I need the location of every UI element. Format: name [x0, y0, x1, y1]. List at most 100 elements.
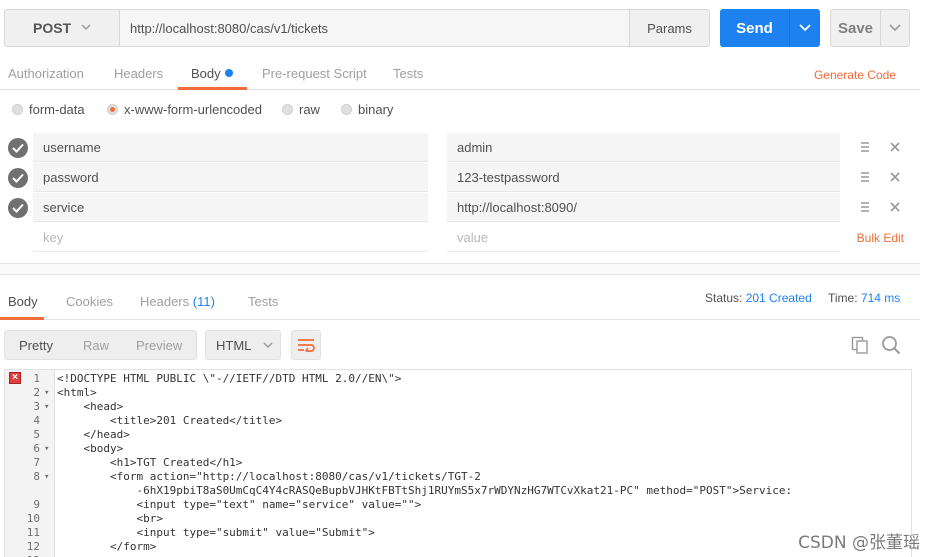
param-key[interactable]: username: [33, 133, 428, 162]
send-options-button[interactable]: [789, 9, 820, 47]
params-button[interactable]: Params: [629, 9, 710, 47]
tab-body[interactable]: Body: [191, 66, 233, 81]
pane-divider[interactable]: [0, 263, 920, 275]
time-value[interactable]: 714 ms: [861, 291, 900, 305]
code-line: 3 ▾ <head>: [5, 400, 911, 414]
mode-binary[interactable]: binary: [341, 102, 393, 117]
code-text: <input type="submit" value="Submit">: [57, 526, 375, 539]
response-code-editor[interactable]: × 1 <!DOCTYPE HTML PUBLIC \"-//IETF//DTD …: [4, 369, 912, 557]
line-number: 12: [26, 540, 40, 553]
checkbox-checked-icon[interactable]: [8, 198, 28, 218]
chevron-down-icon: [889, 24, 901, 32]
chevron-down-icon: [263, 341, 273, 348]
mode-label: binary: [358, 102, 394, 117]
search-icon[interactable]: [881, 335, 901, 355]
tab-authorization[interactable]: Authorization: [8, 66, 84, 81]
code-line: 6 ▾ <body>: [5, 442, 911, 456]
tab-response-headers[interactable]: Headers (11): [140, 294, 215, 309]
close-icon[interactable]: [889, 141, 901, 153]
tab-tests[interactable]: Tests: [393, 66, 423, 81]
url-input[interactable]: http://localhost:8080/cas/v1/tickets: [120, 9, 630, 47]
code-line: 1 <!DOCTYPE HTML PUBLIC \"-//IETF//DTD HT…: [5, 372, 911, 386]
view-preview[interactable]: Preview: [136, 338, 182, 353]
send-button[interactable]: Send: [720, 9, 789, 47]
drag-handle-icon[interactable]: [860, 171, 870, 183]
code-text: <input type="text" name="service" value=…: [57, 498, 422, 511]
line-number: 2: [33, 386, 40, 399]
close-icon[interactable]: [889, 201, 901, 213]
wrap-lines-button[interactable]: [291, 330, 321, 360]
param-value-placeholder[interactable]: value: [447, 223, 840, 252]
fold-toggle-icon[interactable]: ▾: [44, 400, 49, 414]
mode-label: raw: [299, 102, 320, 117]
param-value[interactable]: 123-testpassword: [447, 163, 840, 192]
view-mode-toggle: Pretty Raw Preview: [4, 330, 197, 360]
code-line: 2 ▾ <html>: [5, 386, 911, 400]
tab-cookies[interactable]: Cookies: [66, 294, 113, 309]
line-number: 7: [33, 456, 40, 469]
drag-handle-icon[interactable]: [860, 201, 870, 213]
param-key-placeholder[interactable]: key: [33, 223, 428, 252]
method-select[interactable]: POST: [4, 9, 120, 47]
line-number: 4: [33, 414, 40, 427]
active-tab-indicator: [178, 87, 247, 90]
tab-headers[interactable]: Headers: [114, 66, 163, 81]
param-key[interactable]: password: [33, 163, 428, 192]
status-value[interactable]: 201 Created: [746, 291, 812, 305]
view-pretty[interactable]: Pretty: [19, 338, 53, 353]
generate-code-link[interactable]: Generate Code: [814, 68, 896, 82]
save-label: Save: [837, 19, 874, 37]
code-text: </form>: [57, 540, 157, 553]
param-row: username admin: [0, 133, 920, 163]
code-text: <html>: [57, 386, 97, 399]
param-value[interactable]: admin: [447, 133, 840, 162]
line-number: 11: [26, 526, 40, 539]
code-line: 5 </head>: [5, 428, 911, 442]
line-number: 6: [33, 442, 40, 455]
param-key[interactable]: service: [33, 193, 428, 222]
line-number: 1: [33, 372, 40, 385]
request-bar: POST http://localhost:8080/cas/v1/ticket…: [0, 0, 934, 56]
header-count-badge: (11): [192, 294, 215, 309]
tab-pre-request-script[interactable]: Pre-request Script: [262, 66, 367, 81]
param-row: service http://localhost:8090/: [0, 193, 920, 223]
tab-response-body[interactable]: Body: [8, 294, 38, 309]
line-number: 8: [33, 470, 40, 483]
body-mode-options: form-data x-www-form-urlencoded raw bina…: [0, 92, 920, 128]
bulk-edit-link[interactable]: Bulk Edit: [857, 231, 904, 245]
format-label: HTML: [216, 337, 252, 353]
checkbox-checked-icon[interactable]: [8, 138, 28, 158]
mode-form-data[interactable]: form-data: [12, 102, 85, 117]
line-number: 10: [26, 512, 40, 525]
checkbox-checked-icon[interactable]: [8, 168, 28, 188]
mode-label: form-data: [29, 102, 85, 117]
chevron-down-icon: [81, 24, 91, 31]
response-tabs: Body Cookies Headers (11) Tests Status: …: [0, 276, 920, 320]
save-options-button[interactable]: [880, 9, 910, 47]
line-number: 5: [33, 428, 40, 441]
watermark: CSDN @张董瑶: [798, 533, 920, 553]
chevron-down-icon: [799, 24, 811, 32]
view-raw[interactable]: Raw: [83, 338, 109, 353]
code-text: <body>: [57, 442, 124, 455]
save-button[interactable]: Save: [830, 9, 881, 47]
format-select[interactable]: HTML: [205, 330, 281, 360]
mode-x-www-form-urlencoded[interactable]: x-www-form-urlencoded: [107, 102, 262, 117]
time-readout: Time: 714 ms: [828, 291, 900, 305]
code-line: 8 ▾ <form action="http://localhost:8080/c…: [5, 470, 911, 484]
fold-toggle-icon[interactable]: ▾: [44, 470, 49, 484]
status-label: Status:: [705, 291, 743, 305]
copy-icon[interactable]: [851, 336, 869, 354]
param-value[interactable]: http://localhost:8090/: [447, 193, 840, 222]
mode-raw[interactable]: raw: [282, 102, 320, 117]
drag-handle-icon[interactable]: [860, 141, 870, 153]
close-icon[interactable]: [889, 171, 901, 183]
tab-response-tests[interactable]: Tests: [248, 294, 278, 309]
fold-toggle-icon[interactable]: ▾: [44, 386, 49, 400]
wrap-lines-icon: [298, 339, 315, 352]
time-label: Time:: [828, 291, 858, 305]
fold-toggle-icon[interactable]: ▾: [44, 442, 49, 456]
status-readout: Status: 201 Created: [705, 291, 812, 305]
param-row-new: key value Bulk Edit: [0, 223, 920, 253]
code-line: 7 <h1>TGT Created</h1>: [5, 456, 911, 470]
